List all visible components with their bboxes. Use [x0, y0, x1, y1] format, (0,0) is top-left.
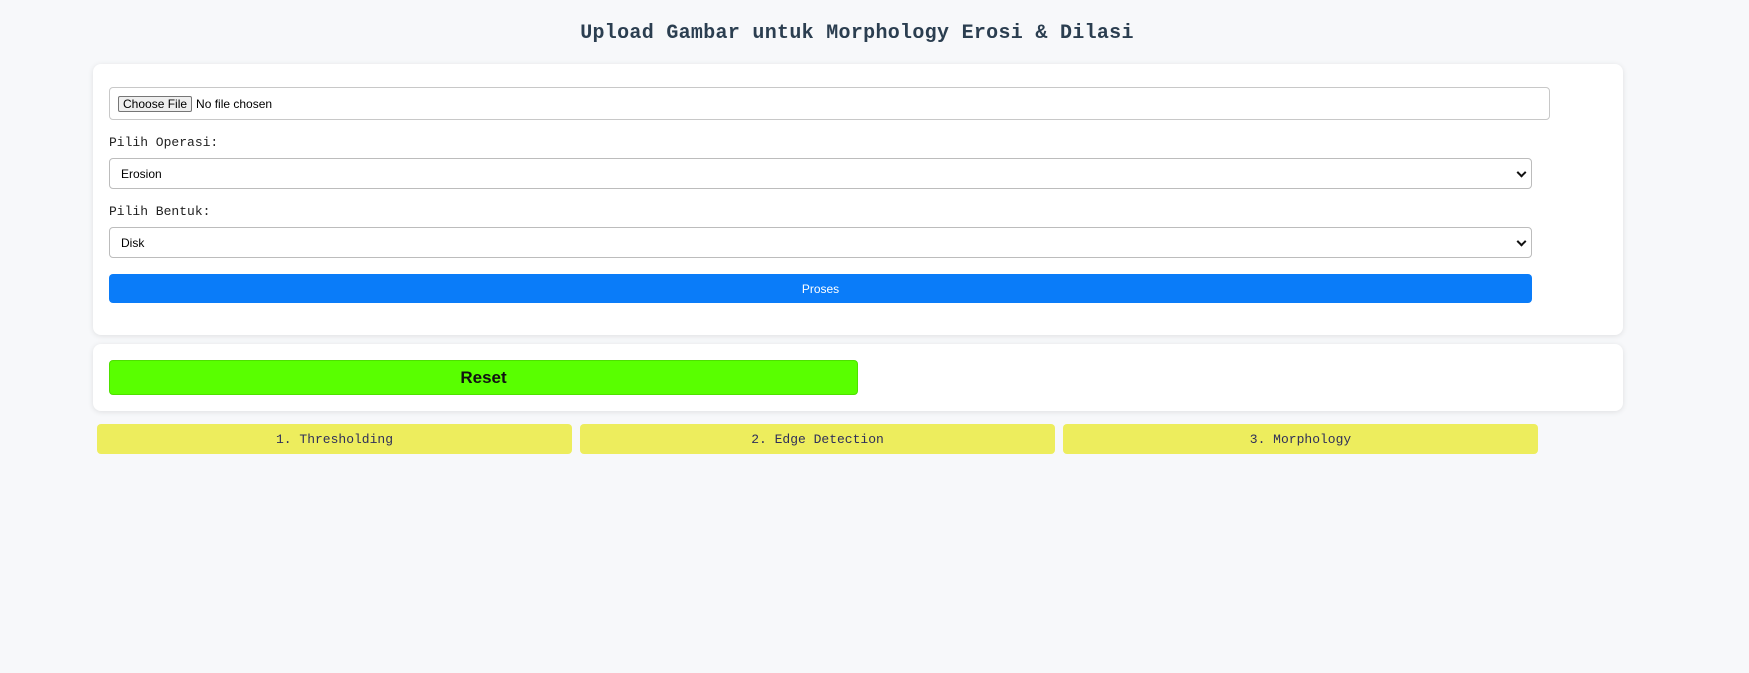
- reset-button[interactable]: Reset: [109, 360, 858, 395]
- file-upload-input[interactable]: Choose File No file chosen: [109, 87, 1550, 120]
- page-title: Upload Gambar untuk Morphology Erosi & D…: [580, 22, 1134, 45]
- reset-card: Reset: [93, 344, 1623, 411]
- file-status-text: No file chosen: [196, 96, 273, 111]
- chevron-down-icon: [1516, 236, 1527, 247]
- shape-selected-value: Disk: [121, 235, 145, 250]
- shape-label: Pilih Bentuk:: [109, 204, 211, 219]
- operation-select[interactable]: Erosion: [109, 158, 1532, 189]
- choose-file-button[interactable]: Choose File: [118, 95, 193, 112]
- nav-morphology-button[interactable]: 3. Morphology: [1063, 424, 1538, 454]
- nav-edge-detection-button[interactable]: 2. Edge Detection: [580, 424, 1055, 454]
- nav-thresholding-button[interactable]: 1. Thresholding: [97, 424, 572, 454]
- process-button[interactable]: Proses: [109, 274, 1532, 303]
- chevron-down-icon: [1516, 167, 1527, 178]
- upload-form-card: Choose File No file chosen Pilih Operasi…: [93, 64, 1623, 335]
- shape-select[interactable]: Disk: [109, 227, 1532, 258]
- operation-selected-value: Erosion: [121, 166, 162, 181]
- operation-label: Pilih Operasi:: [109, 135, 219, 150]
